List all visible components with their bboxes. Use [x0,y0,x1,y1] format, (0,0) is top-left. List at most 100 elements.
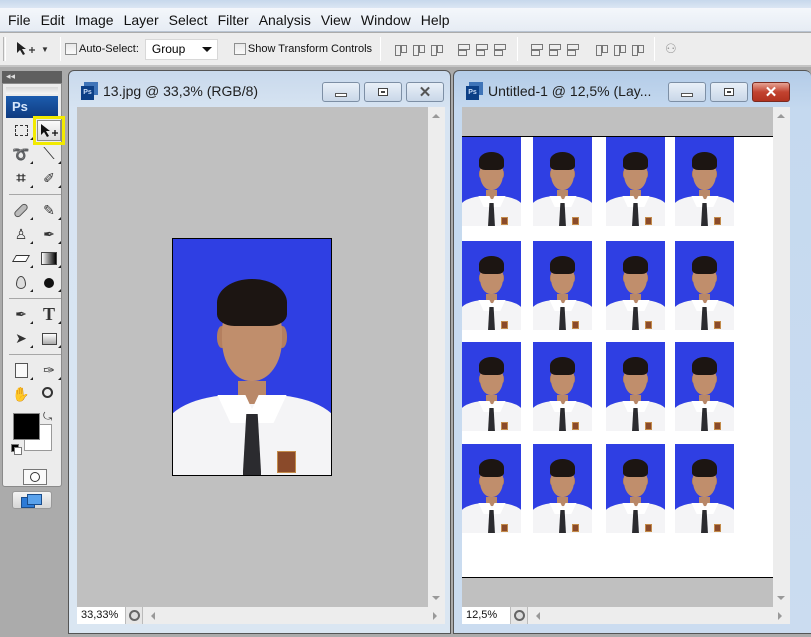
eyedropper-tool[interactable]: ✑ [37,360,61,381]
horizontal-scrollbar[interactable] [143,607,445,624]
divider [9,298,61,299]
menu-image[interactable]: Image [70,8,119,32]
show-transform-check[interactable] [233,43,246,55]
distribute-left-edges-icon[interactable] [594,42,609,56]
divider [517,37,519,61]
distribute-bottom-edges-icon[interactable] [566,42,580,56]
scroll-right-icon[interactable] [433,612,437,620]
auto-align-layers-icon[interactable]: ⚇ [665,41,677,57]
swap-colors-icon[interactable]: ⤿ [43,411,52,424]
passport-photo [675,342,734,431]
dodge-tool[interactable] [37,272,61,293]
blur-tool[interactable] [9,272,33,293]
quick-mask-button[interactable] [23,469,47,485]
history-brush-tool[interactable]: ✒ [37,224,61,245]
vertical-scrollbar[interactable] [428,107,445,607]
menu-filter[interactable]: Filter [213,8,254,32]
align-top-edges-icon[interactable] [393,42,408,56]
options-bar-grip[interactable] [3,37,6,61]
toolbox-header[interactable]: ◂◂ [2,71,62,83]
document-canvas[interactable] [462,107,773,607]
menu-layer[interactable]: Layer [119,8,164,32]
drop-icon [16,276,26,289]
scroll-down-icon[interactable] [432,596,440,600]
menu-select[interactable]: Select [164,8,213,32]
notes-tool[interactable] [9,360,33,381]
slice-tool[interactable]: ✐ [37,168,61,189]
collapse-icon[interactable]: ◂◂ [6,71,15,82]
window-title-bar[interactable]: Untitled-1 @ 12,5% (Lay... [466,82,651,100]
rectangle-tool[interactable] [37,328,61,349]
gradient-tool[interactable] [37,248,61,269]
distribute-top-edges-icon[interactable] [530,42,544,56]
default-colors-icon[interactable] [11,444,22,455]
crop-tool[interactable]: ⌗ [9,168,33,189]
scroll-left-icon[interactable] [536,612,540,620]
zoom-level-field[interactable]: 12,5% [462,607,510,624]
status-menu-button[interactable] [125,607,143,624]
tool-preset-picker[interactable]: ▼ [16,41,56,57]
show-transform-label: Show Transform Controls [247,43,373,55]
magic-wand-tool[interactable]: ⟍ [37,144,61,165]
type-tool[interactable]: T [37,304,61,325]
scroll-down-icon[interactable] [777,596,785,600]
scroll-up-icon[interactable] [777,114,785,118]
healing-brush-tool[interactable] [9,200,33,221]
close-button[interactable]: ✕ [406,82,444,102]
brush-icon: ✎ [43,202,55,218]
maximize-button[interactable] [364,82,402,102]
distribute-right-edges-icon[interactable] [630,42,645,56]
vertical-scrollbar[interactable] [773,107,790,607]
rectangular-marquee-tool[interactable] [9,120,33,141]
menu-window[interactable]: Window [356,8,416,32]
passport-photo [462,342,521,431]
auto-select-mode-dropdown[interactable]: Group [144,38,218,60]
menu-file[interactable]: File [3,8,36,32]
align-left-edges-icon[interactable] [457,42,471,56]
distribute-horizontal-centers-icon[interactable] [612,42,627,56]
maximize-button[interactable] [710,82,748,102]
window-controls: ✕ [668,82,790,102]
menu-analysis[interactable]: Analysis [254,8,316,32]
zoom-level-field[interactable]: 33,33% [77,607,125,624]
menu-help[interactable]: Help [416,8,455,32]
pen-tool[interactable]: ✒ [9,304,33,325]
minimize-button[interactable] [668,82,706,102]
close-button[interactable]: ✕ [752,82,790,102]
horizontal-scrollbar[interactable] [528,607,790,624]
scroll-left-icon[interactable] [151,612,155,620]
menu-view[interactable]: View [316,8,356,32]
align-bottom-edges-icon[interactable] [429,42,444,56]
brush-tool[interactable]: ✎ [37,200,61,221]
lasso-tool[interactable]: ➰ [9,144,33,165]
align-horizontal-centers-icon[interactable] [475,42,489,56]
clone-stamp-tool[interactable]: ♙ [9,224,33,245]
scroll-right-icon[interactable] [778,612,782,620]
portrait-photo [172,238,332,476]
screen-mode-button[interactable] [12,491,52,509]
auto-select-mode-value: Group [151,42,186,56]
stamp-icon: ♙ [14,226,28,242]
eraser-tool[interactable] [9,248,33,269]
distribute-vertical-centers-icon[interactable] [548,42,562,56]
zoom-tool[interactable] [37,384,61,405]
photoshop-logo[interactable]: Ps [6,96,58,118]
history-brush-icon: ✒ [43,226,55,242]
path-selection-tool[interactable]: ➤ [9,328,33,349]
status-bar: 12,5% [462,607,790,624]
scroll-up-icon[interactable] [432,114,440,118]
move-tool[interactable] [33,116,65,145]
align-vertical-centers-icon[interactable] [411,42,426,56]
show-transform-controls-checkbox[interactable]: Show Transform Controls [233,43,373,55]
minimize-button[interactable] [322,82,360,102]
auto-select-checkbox[interactable]: Auto-Select: [65,43,139,55]
toolbox-grip[interactable] [6,87,58,94]
document-canvas[interactable] [77,107,428,607]
status-menu-button[interactable] [510,607,528,624]
auto-select-check[interactable] [65,43,77,55]
menu-edit[interactable]: Edit [36,8,70,32]
window-title-bar[interactable]: 13.jpg @ 33,3% (RGB/8) [81,82,258,100]
foreground-color-swatch[interactable] [13,413,40,440]
align-right-edges-icon[interactable] [493,42,507,56]
hand-tool[interactable]: ✋ [9,384,33,405]
